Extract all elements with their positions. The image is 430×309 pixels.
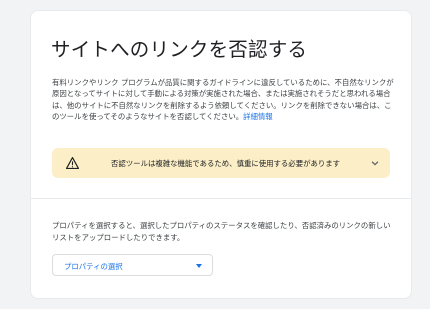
page-title: サイトへのリンクを否認する [51, 38, 308, 61]
learn-more-link[interactable]: 詳細情報 [243, 112, 273, 121]
section-divider [31, 198, 411, 199]
description-text: 有料リンクやリンク プログラムが品質に関するガイドラインに違反しているために、不… [52, 77, 397, 123]
property-description: プロパティを選択すると、選択したプロパティのステータスを確認したり、否認済みのリ… [52, 221, 391, 242]
warning-text: 否認ツールは複雑な機能であるため、慎重に使用する必要があります [111, 159, 341, 168]
description-body: 有料リンクやリンク プログラムが品質に関するガイドラインに違反しているために、不… [52, 78, 394, 122]
warning-banner: 否認ツールは複雑な機能であるため、慎重に使用する必要があります [52, 148, 390, 178]
property-select-label: プロパティの選択 [64, 262, 123, 271]
warning-triangle-icon [66, 157, 79, 169]
disavow-card: サイトへのリンクを否認する 有料リンクやリンク プログラムが品質に関するガイドラ… [30, 10, 412, 299]
dropdown-arrow-icon [196, 264, 202, 268]
chevron-down-icon[interactable] [370, 158, 380, 168]
property-select-dropdown[interactable]: プロパティの選択 [52, 254, 213, 276]
